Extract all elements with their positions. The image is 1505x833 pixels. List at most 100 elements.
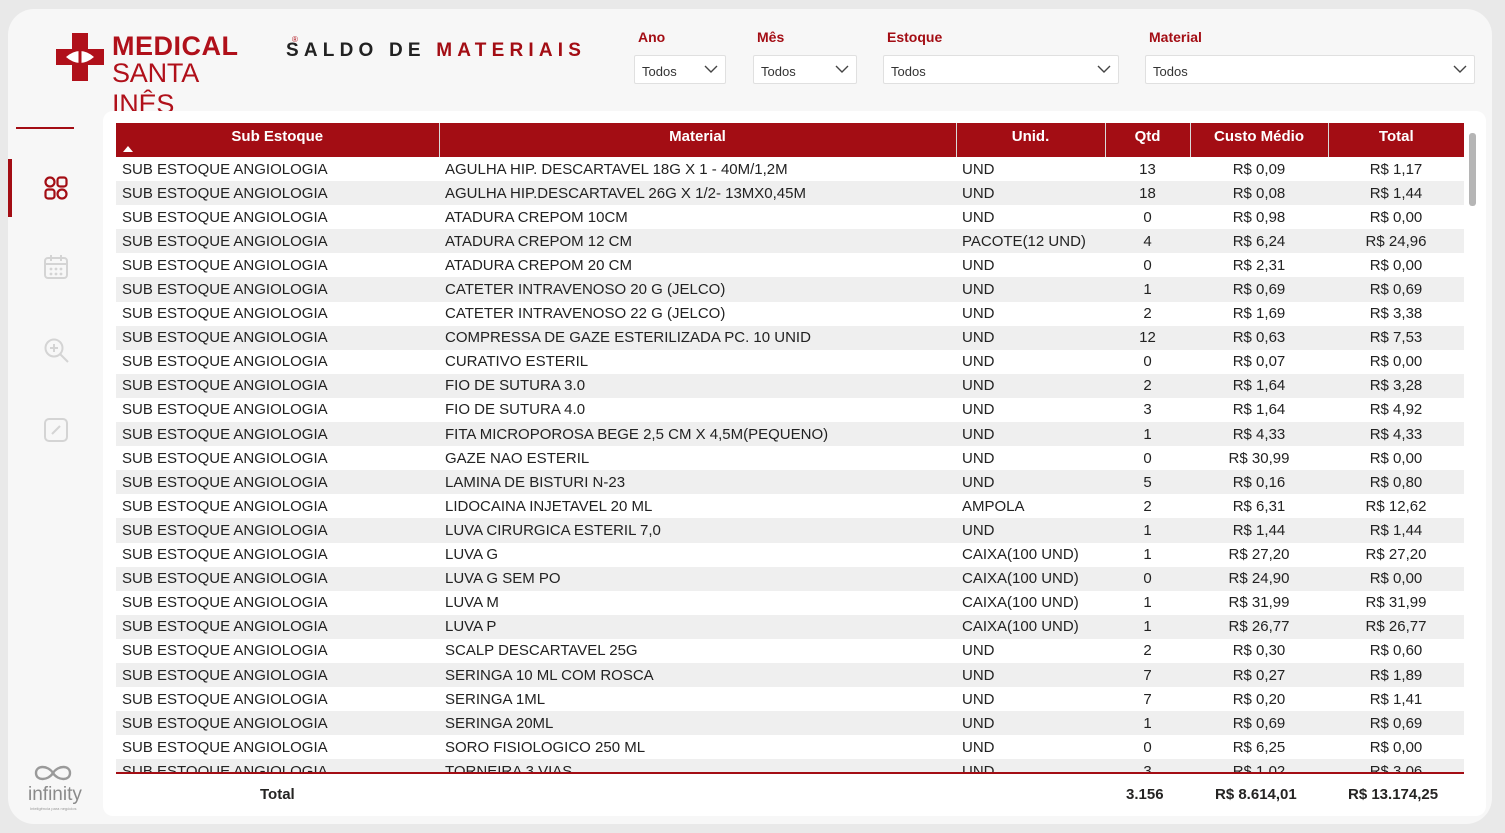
cell-material: LAMINA DE BISTURI N-23 (439, 470, 956, 495)
cell-qtd: 0 (1143, 738, 1152, 756)
chevron-down-icon (1453, 65, 1467, 73)
cell-total: R$ 4,33 (1328, 422, 1464, 447)
edit-square-icon[interactable] (42, 416, 70, 444)
filter-estoque-dropdown[interactable]: Todos (883, 55, 1119, 84)
cell-sub-estoque: SUB ESTOQUE ANGIOLOGIA (116, 711, 439, 736)
table-row[interactable]: SUB ESTOQUE ANGIOLOGIA CURATIVO ESTERIL UN… (116, 350, 1464, 374)
cell-custo-medio: R$ 0,69 (1190, 711, 1328, 736)
table-row[interactable]: SUB ESTOQUE ANGIOLOGIA SCALP DESCARTAVEL … (116, 639, 1464, 663)
cell-unid: UND (956, 518, 1105, 543)
zoom-in-icon[interactable] (42, 336, 70, 364)
table-row[interactable]: SUB ESTOQUE ANGIOLOGIA ATADURA CREPOM 12 … (116, 229, 1464, 254)
cell-total: R$ 26,77 (1328, 614, 1464, 639)
cell-material: SERINGA 20ML (439, 711, 956, 736)
table-row[interactable]: SUB ESTOQUE ANGIOLOGIA FITA MICROPOROSA B… (116, 422, 1464, 447)
cell-material: GAZE NAO ESTERIL (445, 449, 590, 467)
cell-material: FIO DE SUTURA 4.0 (445, 401, 586, 419)
cell-qtd: 5 (1105, 470, 1190, 495)
apps-icon[interactable] (42, 174, 70, 202)
cell-unid: UND (962, 353, 995, 371)
cell-qtd: 18 (1105, 181, 1190, 206)
table-row[interactable]: SUB ESTOQUE ANGIOLOGIA FIO DE SUTURA 3.0 U… (116, 373, 1464, 398)
table-row[interactable]: SUB ESTOQUE ANGIOLOGIA LUVA CIRURGICA EST… (116, 518, 1464, 543)
table-row[interactable]: SUB ESTOQUE ANGIOLOGIA LIDOCAINA INJETAVE… (116, 494, 1464, 518)
table-row[interactable]: SUB ESTOQUE ANGIOLOGIA CATETER INTRAVENOS… (116, 277, 1464, 302)
table-body-scroll-area[interactable]: SUB ESTOQUE ANGIOLOGIA AGULHA HIP. DESCAR… (116, 157, 1464, 772)
column-header-sub-estoque[interactable]: Sub Estoque (116, 123, 440, 157)
cell-custo-medio: R$ 0,63 (1190, 325, 1328, 350)
cell-total: R$ 0,00 (1369, 353, 1423, 371)
cell-total: R$ 0,00 (1369, 208, 1423, 226)
cell-custo-medio: R$ 1,64 (1232, 401, 1286, 419)
table-row[interactable]: SUB ESTOQUE ANGIOLOGIA SERINGA 20ML UND 1 R$… (116, 711, 1464, 736)
cell-qtd: 12 (1105, 325, 1190, 350)
cell-unid: CAIXA(100 UND) (962, 546, 1079, 564)
table-row[interactable]: SUB ESTOQUE ANGIOLOGIA LUVA G CAIXA(100 UN… (116, 543, 1464, 567)
totals-label: Total (260, 786, 295, 803)
cell-sub-estoque: SUB ESTOQUE ANGIOLOGIA (116, 373, 439, 398)
table-row[interactable]: SUB ESTOQUE ANGIOLOGIA GAZE NAO ESTERIL UN… (116, 446, 1464, 470)
filter-estoque-label: Estoque (887, 29, 943, 45)
cell-unid: UND (956, 181, 1105, 206)
cell-total: R$ 27,20 (1365, 546, 1427, 564)
table-row[interactable]: SUB ESTOQUE ANGIOLOGIA COMPRESSA DE GAZE … (116, 325, 1464, 350)
filter-ano-dropdown[interactable]: Todos (634, 55, 726, 84)
cell-unid: CAIXA(100 UND) (962, 594, 1079, 612)
cell-material: CURATIVO ESTERIL (445, 353, 589, 371)
cell-unid: UND (956, 325, 1105, 350)
filter-mes-dropdown[interactable]: Todos (753, 55, 857, 84)
table-row[interactable]: SUB ESTOQUE ANGIOLOGIA FIO DE SUTURA 4.0 U… (116, 398, 1464, 422)
page-title: SALDO DE MATERIAIS (286, 40, 586, 62)
cell-unid: UND (962, 738, 995, 756)
table-row[interactable]: SUB ESTOQUE ANGIOLOGIA LUVA P CAIXA(100 UN… (116, 614, 1464, 639)
table-row[interactable]: SUB ESTOQUE ANGIOLOGIA AGULHA HIP.DESCART… (116, 181, 1464, 206)
cell-material: ATADURA CREPOM 12 CM (439, 229, 956, 254)
cell-custo-medio: R$ 0,09 (1232, 160, 1286, 178)
table-row[interactable]: SUB ESTOQUE ANGIOLOGIA LUVA G SEM PO CAIXA… (116, 566, 1464, 591)
cell-custo-medio: R$ 1,02 (1190, 759, 1328, 772)
calendar-icon[interactable] (42, 253, 70, 281)
cell-qtd: 0 (1143, 256, 1152, 274)
filter-ano-label: Ano (638, 29, 666, 45)
cell-material: FITA MICROPOROSA BEGE 2,5 CM X 4,5M(PEQU… (439, 422, 956, 447)
filter-mes: Mês Todos (753, 29, 857, 84)
cell-custo-medio: R$ 2,31 (1232, 256, 1286, 274)
sort-ascending-icon[interactable] (123, 146, 133, 152)
cell-material: LUVA M (445, 594, 499, 612)
table-row[interactable]: SUB ESTOQUE ANGIOLOGIA SORO FISIOLOGICO 2… (116, 735, 1464, 759)
table-row[interactable]: SUB ESTOQUE ANGIOLOGIA AGULHA HIP. DESCAR… (116, 157, 1464, 181)
table-row[interactable]: SUB ESTOQUE ANGIOLOGIA ATADURA CREPOM 20 … (116, 253, 1464, 277)
table-row[interactable]: SUB ESTOQUE ANGIOLOGIA SERINGA 1ML UND 7 R$ … (116, 687, 1464, 711)
cell-total: R$ 0,60 (1369, 642, 1423, 660)
table-scrollbar[interactable] (1469, 133, 1476, 206)
cell-unid: PACOTE(12 UND) (956, 229, 1105, 254)
table-row[interactable]: SUB ESTOQUE ANGIOLOGIA LUVA M CAIXA(100 UN… (116, 591, 1464, 615)
table-row[interactable]: SUB ESTOQUE ANGIOLOGIA LAMINA DE BISTURI … (116, 470, 1464, 495)
filter-material-dropdown[interactable]: Todos (1145, 55, 1475, 84)
cell-custo-medio: R$ 4,33 (1190, 422, 1328, 447)
cell-total: R$ 0,00 (1369, 449, 1423, 467)
cell-sub-estoque: SUB ESTOQUE ANGIOLOGIA (122, 594, 328, 612)
column-header-material[interactable]: Material (439, 123, 957, 157)
cell-sub-estoque: SUB ESTOQUE ANGIOLOGIA (116, 229, 439, 254)
cell-custo-medio: R$ 0,07 (1232, 353, 1286, 371)
column-header-unid[interactable]: Unid. (956, 123, 1106, 157)
column-header-total[interactable]: Total (1328, 123, 1464, 157)
cell-custo-medio: R$ 0,20 (1232, 690, 1286, 708)
filter-ano: Ano Todos (634, 29, 726, 84)
cell-sub-estoque: SUB ESTOQUE ANGIOLOGIA (116, 518, 439, 543)
cell-custo-medio: R$ 27,20 (1228, 546, 1290, 564)
cell-qtd: 13 (1139, 160, 1156, 178)
cell-qtd: 0 (1143, 208, 1152, 226)
cell-qtd: 2 (1143, 305, 1152, 323)
column-header-custo-medio[interactable]: Custo Médio (1190, 123, 1329, 157)
table-row[interactable]: SUB ESTOQUE ANGIOLOGIA ATADURA CREPOM 10C… (116, 205, 1464, 229)
column-header-qtd[interactable]: Qtd (1105, 123, 1191, 157)
table-row[interactable]: SUB ESTOQUE ANGIOLOGIA CATETER INTRAVENOS… (116, 302, 1464, 326)
cell-custo-medio: R$ 0,69 (1190, 277, 1328, 302)
cell-custo-medio: R$ 0,16 (1190, 470, 1328, 495)
cell-material: LUVA CIRURGICA ESTERIL 7,0 (439, 518, 956, 543)
cell-sub-estoque: SUB ESTOQUE ANGIOLOGIA (116, 277, 439, 302)
table-row[interactable]: SUB ESTOQUE ANGIOLOGIA SERINGA 10 ML COM … (116, 662, 1464, 688)
table-row[interactable]: SUB ESTOQUE ANGIOLOGIA TORNEIRA 3 VIAS UND… (116, 759, 1464, 772)
